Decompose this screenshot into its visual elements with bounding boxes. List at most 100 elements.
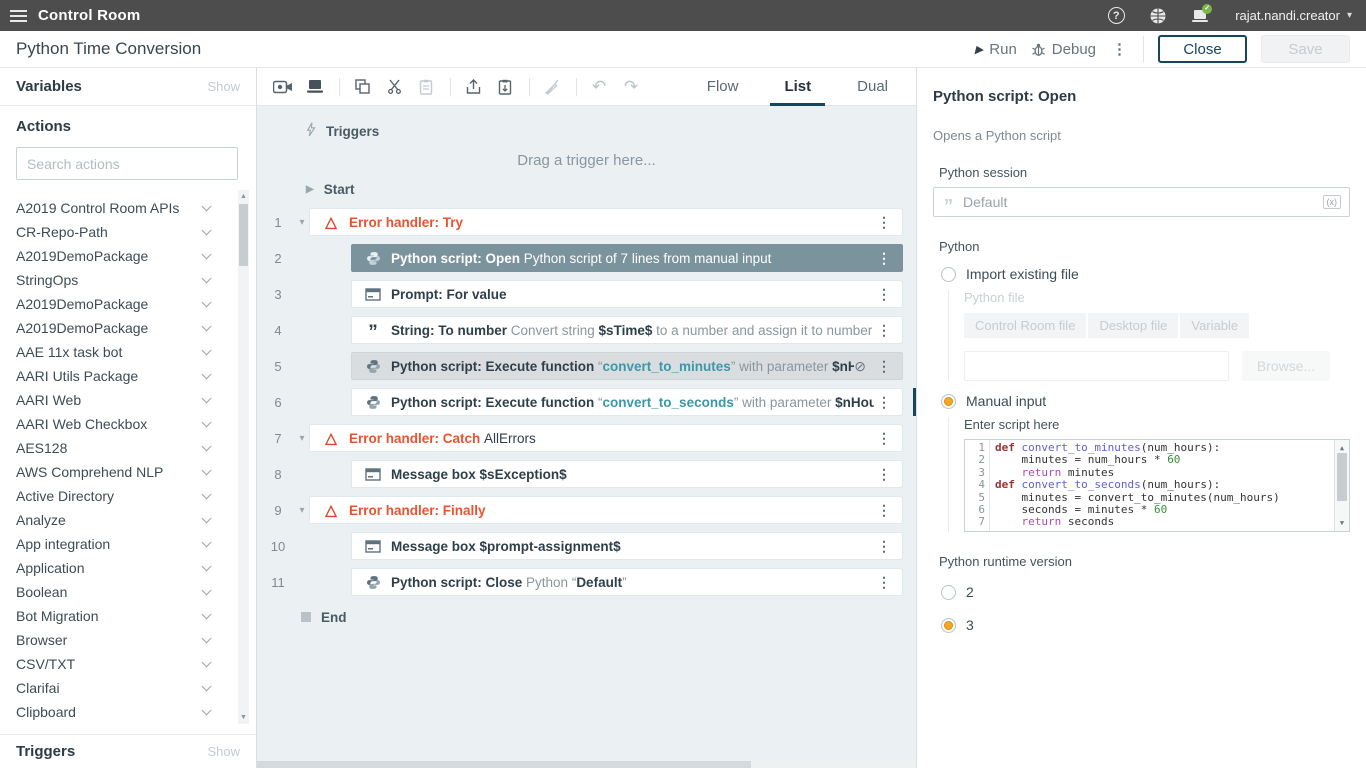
sidebar-item-aes128[interactable]: AES128 xyxy=(16,436,240,460)
globe-icon[interactable] xyxy=(1141,0,1175,31)
hscroll-thumb[interactable] xyxy=(257,761,751,768)
row-menu-icon[interactable]: ⋮ xyxy=(874,394,894,411)
radio-python-3[interactable]: 3 xyxy=(941,615,1350,635)
tab-flow[interactable]: Flow xyxy=(693,68,753,106)
desktop-icon[interactable] xyxy=(303,75,327,99)
sidebar-item-aae-11x-task-bot[interactable]: AAE 11x task bot xyxy=(16,340,240,364)
row-expander-icon[interactable]: ▾ xyxy=(295,433,309,444)
help-icon[interactable]: ? xyxy=(1099,0,1133,31)
sidebar-item-browser[interactable]: Browser xyxy=(16,628,240,652)
action-card-1[interactable]: △Error handler: Try⋮ xyxy=(309,208,903,236)
radio-import-existing-file[interactable]: Import existing file xyxy=(941,264,1350,284)
sidebar-item-a2019demopackage[interactable]: A2019DemoPackage xyxy=(16,292,240,316)
sidebar-item-a2019demopackage[interactable]: A2019DemoPackage xyxy=(16,316,240,340)
search-actions-input[interactable] xyxy=(16,147,238,180)
run-button[interactable]: ▶ Run xyxy=(975,41,1017,58)
row-menu-icon[interactable]: ⋮ xyxy=(874,466,894,483)
sidebar-item-boolean[interactable]: Boolean xyxy=(16,580,240,604)
sidebar-item-active-directory[interactable]: Active Directory xyxy=(16,484,240,508)
cut-icon[interactable] xyxy=(382,75,406,99)
menu-icon[interactable] xyxy=(0,0,38,31)
sidebar-item-aws-comprehend-nlp[interactable]: AWS Comprehend NLP xyxy=(16,460,240,484)
row-menu-icon[interactable]: ⋮ xyxy=(874,574,894,591)
row-number: 2 xyxy=(265,251,291,266)
row-menu-icon[interactable]: ⋮ xyxy=(874,358,894,375)
radio-python-2[interactable]: 2 xyxy=(941,582,1350,602)
sidebar-item-a2019demopackage[interactable]: A2019DemoPackage xyxy=(16,244,240,268)
radio-selected-icon[interactable] xyxy=(941,394,956,409)
tab-list[interactable]: List xyxy=(770,68,825,106)
action-card-10[interactable]: Message box $prompt-assignment$⋮ xyxy=(351,532,903,560)
action-card-6[interactable]: Python script: Execute function “convert… xyxy=(351,388,903,416)
scrollbar-thumb[interactable] xyxy=(239,204,248,266)
row-menu-icon[interactable]: ⋮ xyxy=(874,286,894,303)
sidebar-item-cr-repo-path[interactable]: CR-Repo-Path xyxy=(16,220,240,244)
row-menu-icon[interactable]: ⋮ xyxy=(874,430,894,447)
action-card-2[interactable]: Python script: Open Python script of 7 l… xyxy=(351,244,903,272)
action-text: Prompt: For value xyxy=(391,287,874,302)
sidebar-item-aari-utils-package[interactable]: AARI Utils Package xyxy=(16,364,240,388)
row-menu-icon[interactable]: ⋮ xyxy=(874,502,894,519)
python-session-input[interactable]: ” Default (x) xyxy=(933,187,1350,217)
sidebar-item-a2019-control-room-apis[interactable]: A2019 Control Room APIs xyxy=(16,196,240,220)
insert-variable-button[interactable]: (x) xyxy=(1323,195,1342,209)
actions-scrollbar[interactable]: ▲ ▼ xyxy=(238,190,249,724)
script-editor[interactable]: 1234567 def convert_to_minutes(num_hours… xyxy=(964,439,1350,532)
end-row[interactable]: End xyxy=(301,609,916,625)
package-label: AWS Comprehend NLP xyxy=(16,464,163,480)
scroll-up-icon[interactable]: ▲ xyxy=(238,193,249,200)
action-card-4[interactable]: ”String: To number Convert string $sTime… xyxy=(351,316,903,344)
scroll-down-icon[interactable]: ▼ xyxy=(238,714,249,721)
editor-scrollbar[interactable]: ▲ ▼ xyxy=(1334,440,1349,531)
start-row[interactable]: ▶ Start xyxy=(306,181,916,197)
radio-unselected-icon[interactable] xyxy=(941,585,956,600)
horizontal-scrollbar[interactable] xyxy=(257,761,916,768)
sidebar-item-analyze[interactable]: Analyze xyxy=(16,508,240,532)
triggers-section-row[interactable]: Triggers xyxy=(306,123,916,139)
more-actions-icon[interactable]: ⋮ xyxy=(1110,40,1129,58)
row-menu-icon[interactable]: ⋮ xyxy=(874,214,894,231)
code-lines[interactable]: def convert_to_minutes(num_hours): minut… xyxy=(990,440,1334,531)
disabled-badge-icon: ⊘ xyxy=(854,358,866,375)
row-menu-icon[interactable]: ⋮ xyxy=(874,322,894,339)
action-card-8[interactable]: Message box $sException$⋮ xyxy=(351,460,903,488)
sidebar-item-bot-migration[interactable]: Bot Migration xyxy=(16,604,240,628)
sidebar-item-stringops[interactable]: StringOps xyxy=(16,268,240,292)
user-menu[interactable]: rajat.nandi.creator ▾ xyxy=(1235,8,1352,23)
sidebar-item-csv-txt[interactable]: CSV/TXT xyxy=(16,652,240,676)
device-status-icon[interactable]: ✓ xyxy=(1183,0,1217,31)
variables-show-button[interactable]: Show xyxy=(207,79,240,94)
sidebar-item-application[interactable]: Application xyxy=(16,556,240,580)
action-card-7[interactable]: △Error handler: Catch AllErrors⋮ xyxy=(309,424,903,452)
record-icon[interactable] xyxy=(271,75,295,99)
radio-manual-input[interactable]: Manual input xyxy=(941,391,1350,411)
sidebar-item-aari-web-checkbox[interactable]: AARI Web Checkbox xyxy=(16,412,240,436)
row-menu-icon[interactable]: ⋮ xyxy=(874,250,894,267)
editor-scrollbar-thumb[interactable] xyxy=(1337,453,1347,501)
sidebar-item-app-integration[interactable]: App integration xyxy=(16,532,240,556)
radio-selected-icon[interactable] xyxy=(941,618,956,633)
action-row: 4”String: To number Convert string $sTim… xyxy=(257,316,916,344)
action-card-3[interactable]: Prompt: For value⋮ xyxy=(351,280,903,308)
tab-dual[interactable]: Dual xyxy=(843,68,902,106)
sidebar-item-aari-web[interactable]: AARI Web xyxy=(16,388,240,412)
close-button[interactable]: Close xyxy=(1158,35,1247,63)
radio-unselected-icon[interactable] xyxy=(941,267,956,282)
sidebar-item-clarifai[interactable]: Clarifai xyxy=(16,676,240,700)
action-card-11[interactable]: Python script: Close Python “Default”⋮ xyxy=(351,568,903,596)
upload-icon[interactable] xyxy=(461,75,485,99)
triggers-show-button[interactable]: Show xyxy=(207,744,240,759)
row-expander-icon[interactable]: ▾ xyxy=(295,505,309,516)
paste-special-icon[interactable] xyxy=(493,75,517,99)
sidebar-item-clipboard[interactable]: Clipboard xyxy=(16,700,240,724)
session-label: Python session xyxy=(939,165,1350,180)
action-card-5[interactable]: Python script: Execute function “convert… xyxy=(351,352,903,380)
package-label: Application xyxy=(16,560,85,576)
copy-icon[interactable] xyxy=(350,75,374,99)
run-icon: ▶ xyxy=(975,43,983,56)
row-menu-icon[interactable]: ⋮ xyxy=(874,538,894,555)
action-card-9[interactable]: △Error handler: Finally⋮ xyxy=(309,496,903,524)
debug-button[interactable]: Debug xyxy=(1031,41,1096,58)
row-expander-icon[interactable]: ▾ xyxy=(295,217,309,228)
editor-scroll-down-icon[interactable]: ▼ xyxy=(1335,517,1349,529)
